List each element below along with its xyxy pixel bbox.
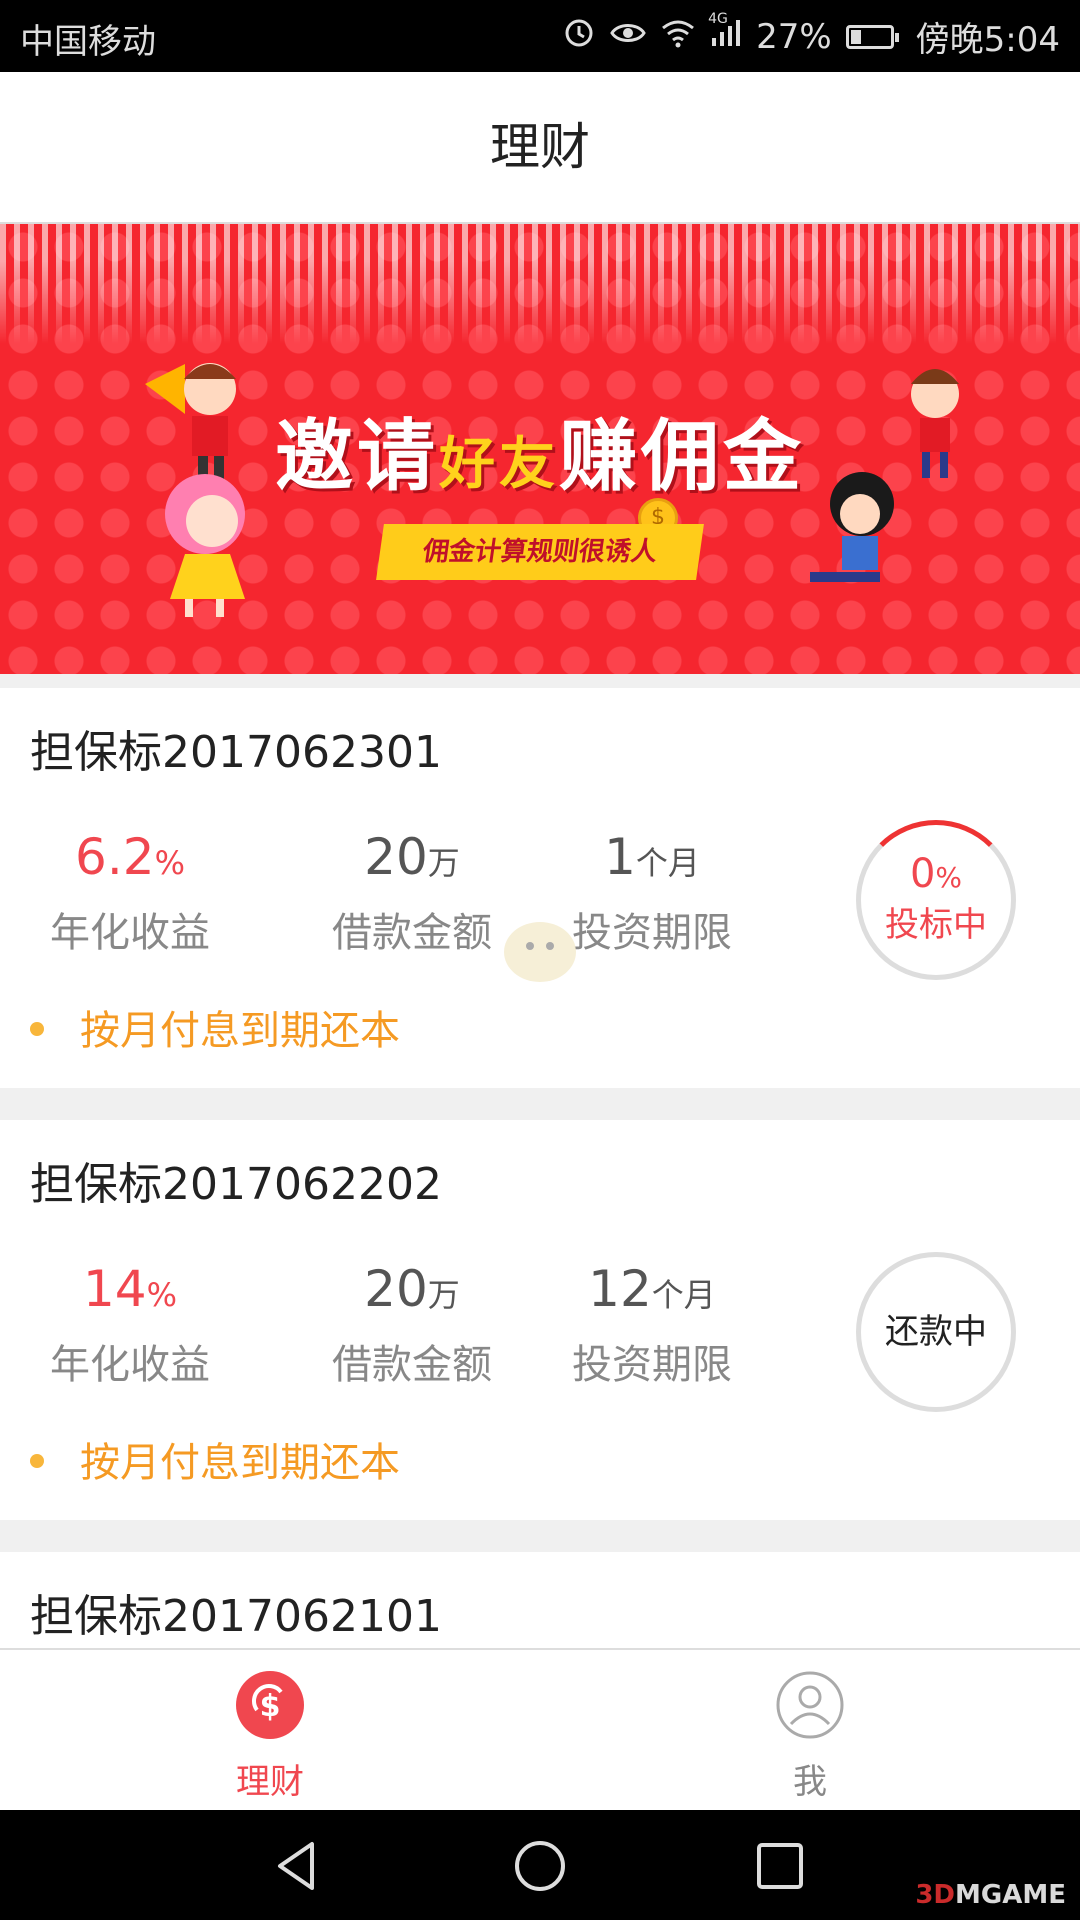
clock: 傍晚5:04 [915, 20, 1060, 60]
bullet-icon [30, 1454, 44, 1468]
progress-value: 0 [909, 851, 936, 897]
loan-name: 担保标2017062301 [30, 727, 442, 778]
amount-unit: 万 [427, 844, 460, 882]
status-ring: 还款中 [856, 1252, 1016, 1412]
network-type: 4G [708, 10, 728, 27]
bullet-icon [30, 1022, 44, 1036]
term-value: 12 [588, 1260, 652, 1318]
annual-yield: 6.2% 年化收益 [0, 828, 260, 958]
repayment-text: 按月付息到期还本 [80, 1008, 400, 1054]
status-bar: 中国移动 4G 27% 傍晚5:04 [0, 0, 1080, 72]
yield-unit: % [154, 844, 185, 882]
loan-status: 还款中 [885, 1312, 987, 1352]
headline-invite: 邀请 [274, 412, 439, 502]
promo-banner[interactable]: 邀请好友赚佣金 $ 佣金计算规则很诱人 [0, 224, 1080, 674]
loan-amount: 20万 借款金额 [282, 1260, 542, 1390]
headline-friends: 好友 [439, 432, 559, 497]
banner-ribbon: 佣金计算规则很诱人 [376, 524, 704, 580]
tab-me[interactable]: 我 [540, 1650, 1080, 1812]
battery-percent: 27% [756, 16, 832, 57]
loan-card[interactable]: 担保标2017062101 [0, 1552, 1080, 1648]
amount-unit: 万 [427, 1276, 460, 1314]
banner-headline: 邀请好友赚佣金 [0, 394, 1080, 506]
eye-comfort-icon [610, 17, 646, 57]
loan-card[interactable]: 担保标2017062301 6.2% 年化收益 20万 借款金额 1个月 投资期… [0, 688, 1080, 1088]
tab-finance-label: 理财 [236, 1762, 304, 1802]
page-title: 理财 [490, 118, 590, 176]
investment-term: 12个月 投资期限 [522, 1260, 782, 1390]
term-label: 投资期限 [572, 1342, 732, 1388]
user-profile-icon [776, 1671, 844, 1739]
signal-icon: 4G [708, 11, 742, 57]
svg-text:$: $ [260, 1689, 281, 1724]
loan-name: 担保标2017062202 [30, 1159, 442, 1210]
term-value: 1 [604, 828, 636, 886]
finance-dollar-icon: $ [236, 1671, 304, 1739]
term-unit: 个月 [651, 1276, 716, 1314]
progress-unit: % [935, 861, 963, 894]
annual-yield: 14% 年化收益 [0, 1260, 260, 1390]
yield-label: 年化收益 [50, 1342, 210, 1388]
repayment-method: 按月付息到期还本 [30, 998, 400, 1056]
alarm-icon [562, 15, 596, 58]
app-header: 理财 [0, 72, 1080, 224]
progress-ring: 0% 投标中 [856, 820, 1016, 980]
carrier-name: 中国移动 [20, 22, 156, 62]
tab-me-label: 我 [793, 1762, 827, 1802]
site-watermark: 3DMGAME [915, 1880, 1066, 1910]
mascot-watermark-icon [504, 922, 576, 982]
yield-value: 6.2 [75, 828, 155, 886]
term-unit: 个月 [635, 844, 700, 882]
recents-nav-icon[interactable] [752, 1838, 808, 1894]
loan-name: 担保标2017062101 [30, 1591, 442, 1642]
banner-fringe-decoration [0, 224, 1080, 344]
headline-commission: 赚佣金 [559, 412, 806, 502]
amount-value: 20 [364, 1260, 428, 1318]
amount-value: 20 [364, 828, 428, 886]
loan-status: 投标中 [885, 905, 987, 945]
back-nav-icon[interactable] [270, 1838, 326, 1894]
amount-label: 借款金额 [332, 1342, 492, 1388]
repayment-text: 按月付息到期还本 [80, 1440, 400, 1486]
home-nav-icon[interactable] [512, 1838, 568, 1894]
battery-icon [845, 24, 899, 49]
bottom-tab-bar: $ 理财 我 [0, 1648, 1080, 1812]
loan-card[interactable]: 担保标2017062202 14% 年化收益 20万 借款金额 12个月 投资期… [0, 1120, 1080, 1520]
yield-value: 14 [82, 1260, 147, 1318]
tab-finance[interactable]: $ 理财 [0, 1650, 540, 1812]
system-nav-bar: 3DMGAME [0, 1810, 1080, 1920]
yield-label: 年化收益 [50, 910, 210, 956]
wifi-icon [660, 17, 696, 57]
yield-unit: % [146, 1276, 178, 1314]
repayment-method: 按月付息到期还本 [30, 1430, 400, 1488]
